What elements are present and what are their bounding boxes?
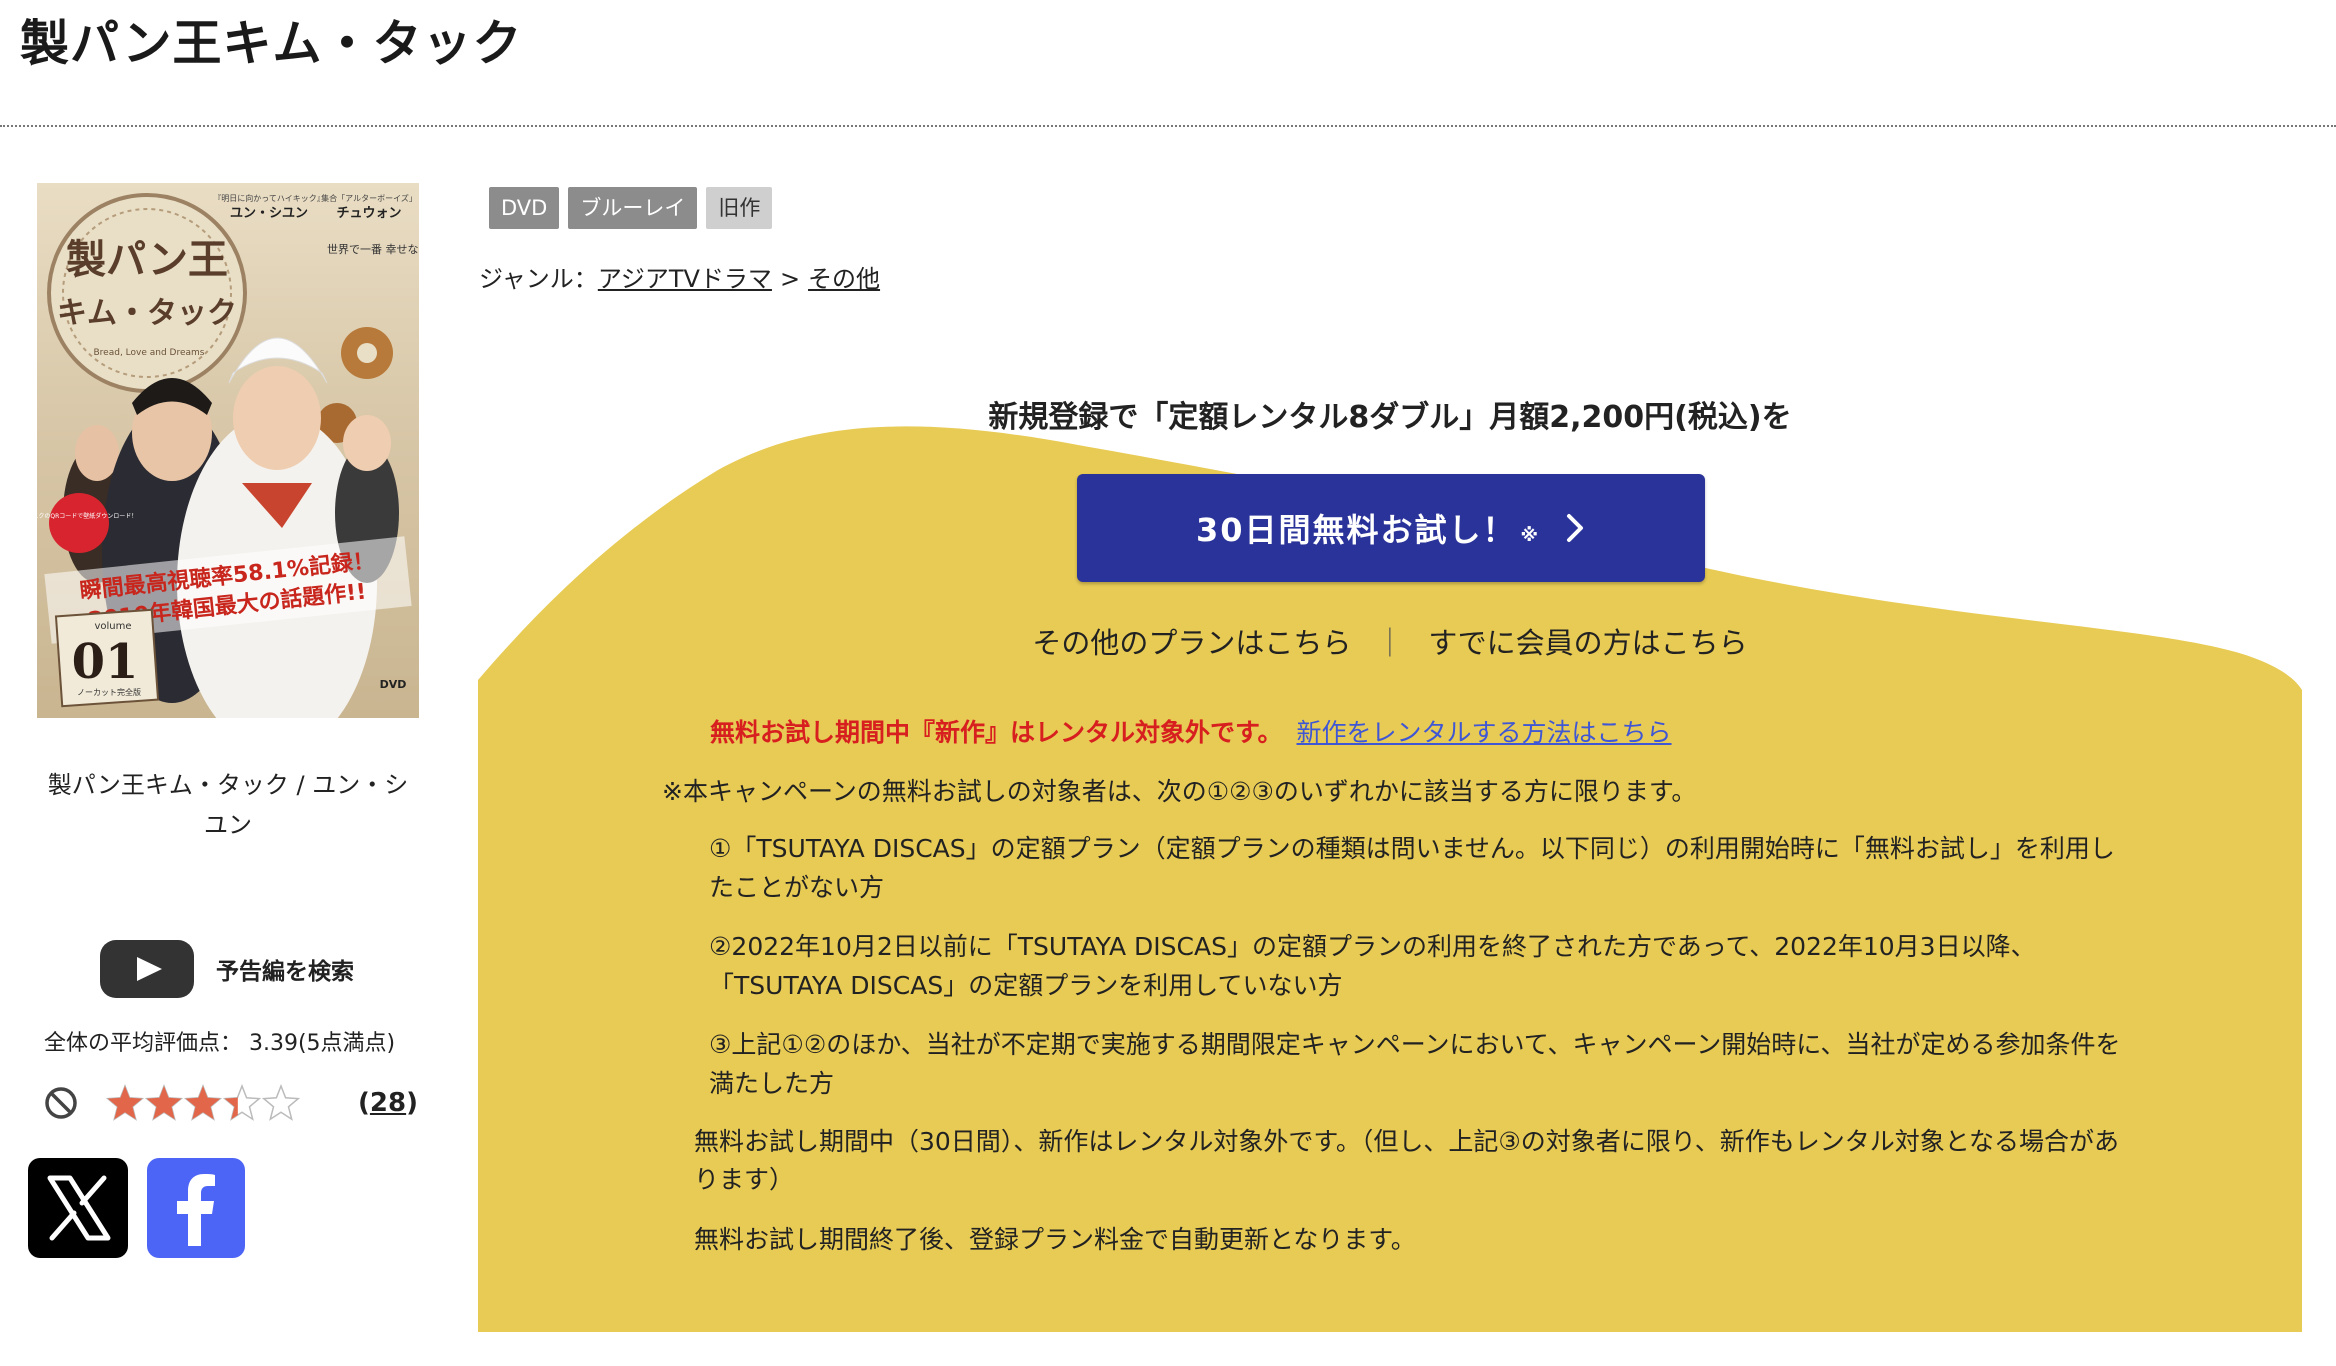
new-release-rental-link[interactable]: 新作をレンタルする方法はこちら [1297,718,1672,747]
review-count[interactable]: (28) [358,1088,418,1118]
trial-note-new-release: 無料お試し期間中（30日間）、新作はレンタル対象外です。（但し、上記③の対象者に… [694,1127,2119,1194]
cover-artwork: 製パン王 キム・タック Bread, Love and Dreams 『明日に向… [37,193,419,718]
product-cover-image[interactable]: 製パン王 キム・タック Bread, Love and Dreams 『明日に向… [37,183,419,718]
trailer-label: 予告編を検索 [216,959,354,985]
plan-links: その他のプランはこちら ｜ すでに会員の方はこちら [478,620,2302,662]
free-trial-note-mark: ※ [1520,524,1541,546]
youtube-play-icon [100,940,194,998]
page-title: 製パン王キム・タック [20,15,523,72]
genre-breadcrumb: ジャンル：アジアTVドラマ > その他 [479,259,880,294]
cover-dvd-mark: DVD [380,678,407,691]
existing-member-link[interactable]: すでに会員の方はこちら [1428,626,1747,660]
chevron-right-icon [1567,514,1584,542]
x-logo-icon [47,1175,111,1241]
cover-volume-number: 01 [72,634,139,690]
free-trial-label: 30日間無料お試し！ [1195,511,1517,549]
tag-dvd: DVD [489,187,560,229]
cover-volume-label: volume [94,621,131,632]
cover-caption: 製パン王キム・タック / ユン・シユン [47,771,409,839]
new-release-notice: 無料お試し期間中『新作』はレンタル対象外です。 新作をレンタルする方法はこちら [710,713,1672,749]
cover-logo-line-2: キム・タック [57,296,237,331]
eligibility-condition-3: ③上記①②のほか、当社が不定期で実施する期間限定キャンペーンにおいて、キャンペー… [709,1030,2121,1098]
genre-link-asia-tv-drama[interactable]: アジアTVドラマ [598,265,772,293]
cover-name-2: チュウォン [336,206,401,221]
cover-logo-sub: Bread, Love and Dreams [94,348,205,358]
star-icon [223,1084,261,1121]
terms-intro: ※本キャンペーンの無料お試しの対象者は、次の①②③のいずれかに該当する方に限りま… [662,777,1697,806]
cover-volume-sub: ノーカット完全版 [77,687,141,697]
genre-link-other[interactable]: その他 [808,265,880,293]
star-icon [145,1084,183,1121]
campaign-heading: 新規登録で「定額レンタル8ダブル」月額2,200円(税込)を [988,400,1792,435]
cover-credit-1: 『明日に向かってハイキック』 [213,193,324,203]
new-release-warning: 無料お試し期間中『新作』はレンタル対象外です。 [710,718,1283,747]
title-divider [0,125,2336,127]
genre-label: ジャンル： [479,265,598,293]
review-count-close: ) [406,1088,418,1118]
eligibility-condition-2: ②2022年10月2日以前に「TSUTAYA DISCAS」の定額プランの利用を… [709,932,2036,1000]
cover-credit-2: 集合「アルターボーイズ」 [321,193,417,203]
average-rating-label: 全体の平均評価点： 3.39(5点満点) [44,1031,396,1056]
free-trial-button[interactable]: 30日間無料お試し！ ※ [1077,474,1705,582]
cover-tagline: 世界で一番 幸せなパン、できました。 [327,243,419,256]
genre-separator: > [779,265,801,293]
facebook-logo-icon [177,1174,215,1246]
rating-row: (28) [44,1080,418,1126]
eligibility-condition-1: ①「TSUTAYA DISCAS」の定額プラン（定額プランの種類は問いません。以… [709,834,2115,902]
rating-stars[interactable] [106,1084,301,1122]
cover-logo-line-1: 製パン王 [66,236,228,283]
tag-bluray: ブルーレイ [568,187,698,229]
star-icon [262,1084,300,1121]
plan-links-separator: ｜ [1375,626,1405,660]
trailer-search-button[interactable]: 予告編を検索 [100,940,354,998]
other-plans-link[interactable]: その他のプランはこちら [1032,626,1351,660]
star-icon [106,1084,144,1121]
star-icon [184,1084,222,1121]
no-rating-icon[interactable] [44,1086,78,1120]
cover-bubble-text: ディスクのQRコードで壁紙ダウンロード！ [37,512,137,520]
cover-name-1: ユン・シユン [230,206,308,221]
format-tags: DVD ブルーレイ 旧作 [489,187,773,229]
share-x-button[interactable] [28,1158,128,1258]
trial-note-auto-renewal: 無料お試し期間終了後、登録プラン料金で自動更新となります。 [694,1225,1416,1254]
review-count-link[interactable]: 28 [370,1088,406,1118]
review-count-open: ( [358,1088,370,1118]
tag-old-release: 旧作 [706,187,773,229]
share-facebook-button[interactable] [147,1158,245,1258]
